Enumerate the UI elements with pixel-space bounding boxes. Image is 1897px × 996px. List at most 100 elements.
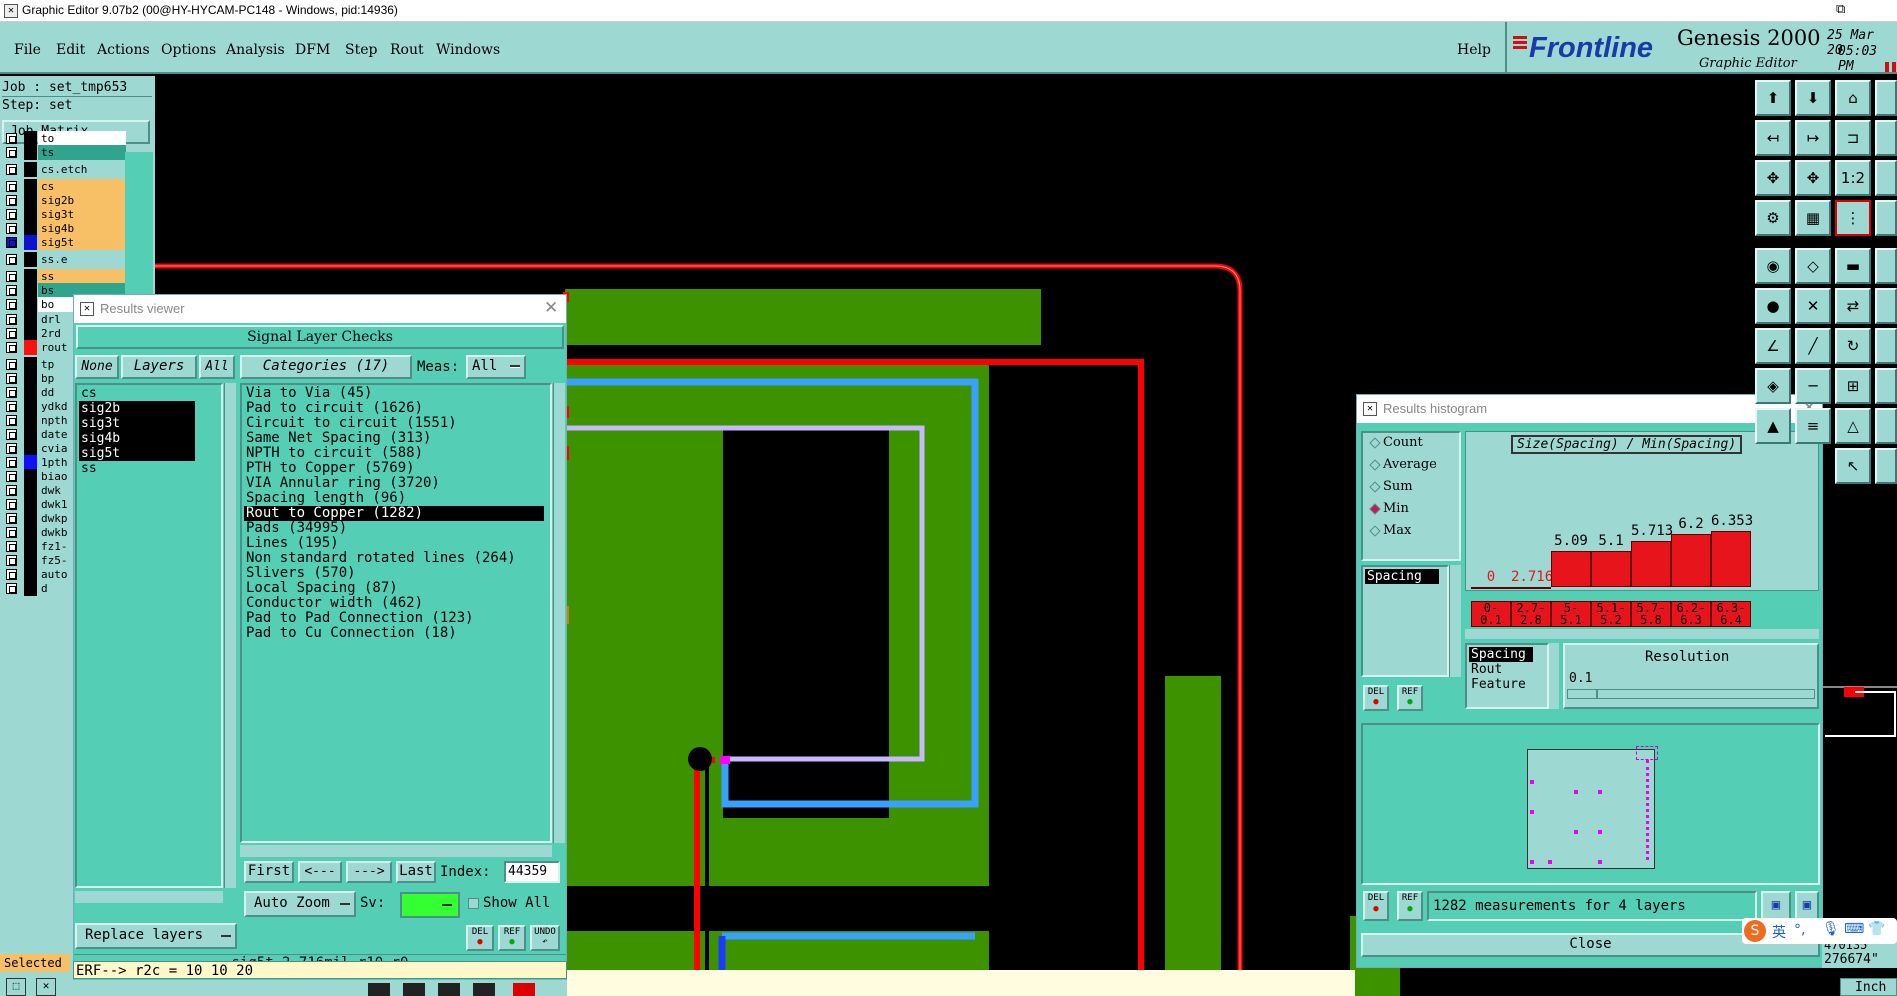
node-icon[interactable]: ● — [1755, 288, 1791, 324]
layer-checkbox[interactable] — [6, 147, 17, 158]
move-down-icon[interactable]: ⬇ — [1795, 80, 1831, 116]
mode-option[interactable]: Min — [1363, 499, 1459, 521]
restore-icon[interactable]: ⧉ — [1836, 2, 1845, 17]
edge-icon[interactable] — [1875, 328, 1897, 364]
tool-icon-2[interactable]: ✕ — [36, 978, 56, 996]
pad-icon[interactable]: ◉ — [1755, 248, 1791, 284]
category-item[interactable]: NPTH to circuit (588) — [244, 446, 548, 461]
edge-icon[interactable] — [1875, 408, 1897, 444]
layer-row[interactable]: ss — [6, 269, 126, 284]
measure-scrollbar[interactable] — [1449, 565, 1461, 677]
category-item[interactable]: Non standard rotated lines (264) — [244, 551, 548, 566]
auto-zoom-dropdown[interactable]: Auto Zoom — [244, 891, 356, 917]
units-button[interactable]: Inch — [1840, 978, 1897, 996]
layers-button[interactable]: Layers — [121, 355, 197, 379]
hist-ref-button[interactable]: REF ● — [1397, 685, 1423, 711]
show-all-checkbox[interactable] — [468, 898, 479, 909]
measure-icon[interactable]: △ — [1835, 408, 1871, 444]
replace-layers-dropdown[interactable]: Replace layers — [75, 923, 237, 949]
menu-file[interactable]: File — [14, 42, 41, 58]
all-button[interactable]: All — [199, 355, 235, 379]
layer-checkbox[interactable] — [6, 164, 17, 175]
meas-dropdown[interactable]: All — [466, 355, 526, 379]
menu-actions[interactable]: Actions — [97, 42, 150, 58]
shape-icon[interactable]: ◇ — [1795, 248, 1831, 284]
undo-button[interactable]: UNDO ↶ — [530, 925, 560, 951]
menu-step[interactable]: Step — [345, 42, 377, 58]
radio-icon[interactable] — [1369, 481, 1381, 493]
hist-del-button[interactable]: DEL ● — [1363, 685, 1389, 711]
layer-name[interactable]: ts — [38, 145, 126, 160]
layer-checkbox[interactable] — [6, 555, 17, 566]
layer-row[interactable]: cs.etch — [6, 162, 126, 177]
snap-icon[interactable]: ⋮ — [1835, 200, 1871, 236]
category-item[interactable]: Conductor width (462) — [244, 596, 548, 611]
layer-checkbox[interactable] — [6, 314, 17, 325]
bin-label[interactable]: 6.2- 6.3 — [1671, 601, 1711, 627]
last-button[interactable]: Last — [396, 861, 436, 883]
layer-name[interactable]: ss — [38, 269, 126, 284]
tray-icon-4[interactable] — [473, 983, 495, 996]
angle-icon[interactable]: ∠ — [1755, 328, 1791, 364]
category-item[interactable]: Lines (195) — [244, 536, 548, 551]
line-icon[interactable]: ▬ — [1835, 248, 1871, 284]
menu-analysis[interactable]: Analysis — [226, 42, 285, 58]
edge-icon[interactable] — [1875, 368, 1897, 404]
category-list-scrollbar[interactable] — [553, 383, 565, 843]
triangle-icon[interactable]: ▲ — [1755, 408, 1791, 444]
ime-logo-icon[interactable]: S — [1744, 920, 1766, 942]
measure-item[interactable]: Spacing — [1365, 569, 1439, 584]
category-item[interactable]: Pad to circuit (1626) — [244, 401, 548, 416]
bin-scrollbar[interactable] — [1465, 629, 1819, 639]
feature-item-spacing[interactable]: Spacing — [1469, 647, 1533, 662]
tool-icon-1[interactable]: ⬚ — [6, 978, 26, 996]
layer-row[interactable]: sig3t — [6, 207, 126, 222]
drill-icon[interactable]: ⚙ — [1755, 200, 1791, 236]
menu-windows[interactable]: Windows — [436, 42, 500, 58]
layer-checkbox[interactable] — [6, 583, 17, 594]
layer-name[interactable]: sig3t — [38, 207, 126, 222]
layer-checkbox[interactable] — [6, 181, 17, 192]
layer-list-item[interactable]: ss — [79, 461, 219, 476]
layer-checkbox[interactable] — [6, 401, 17, 412]
layer-checkbox[interactable] — [6, 285, 17, 296]
layer-list-item[interactable]: sig3t — [79, 416, 195, 431]
category-item[interactable]: Via to Via (45) — [244, 386, 548, 401]
edge-icon[interactable] — [1875, 120, 1897, 156]
zoom-icon[interactable]: ✥ — [1795, 160, 1831, 196]
del-button[interactable]: DEL ● — [466, 925, 494, 951]
layer-checkbox[interactable] — [6, 569, 17, 580]
category-item[interactable]: Pad to Pad Connection (123) — [244, 611, 548, 626]
layer-list-item[interactable]: cs — [79, 386, 219, 401]
layer-list-item[interactable]: sig4b — [79, 431, 195, 446]
layer-name[interactable]: sig2b — [38, 193, 126, 208]
microphone-icon[interactable]: 🎙 — [1822, 921, 1840, 937]
menu-help[interactable]: Help — [1457, 42, 1491, 58]
layer-checkbox[interactable] — [6, 429, 17, 440]
scale-icon[interactable]: 1:2 — [1835, 160, 1871, 196]
layer-checkbox[interactable] — [6, 299, 17, 310]
bin-label[interactable]: 5- 5.1 — [1551, 601, 1591, 627]
layer-checkbox[interactable] — [6, 271, 17, 282]
feature-list[interactable]: Spacing Rout Feature — [1465, 643, 1549, 709]
edge-icon[interactable] — [1875, 160, 1897, 196]
none-button[interactable]: None — [75, 355, 119, 379]
bin-label[interactable]: 2.7- 2.8 — [1511, 601, 1551, 627]
layer-checkbox[interactable] — [6, 254, 17, 265]
category-item[interactable]: Spacing length (96) — [244, 491, 548, 506]
layer-name[interactable]: to — [38, 131, 126, 146]
layer-checkbox[interactable] — [6, 443, 17, 454]
select-box-icon[interactable]: ⊞ — [1835, 368, 1871, 404]
layer-list-item[interactable]: sig2b — [79, 401, 195, 416]
bin-label[interactable]: 6.3- 6.4 — [1711, 601, 1751, 627]
layer-checkbox[interactable] — [6, 373, 17, 384]
layer-row[interactable]: sig2b — [6, 193, 126, 208]
command-line[interactable]: ERF--> r2c = 10 10 20 — [73, 961, 567, 979]
ref-button[interactable]: REF ● — [498, 925, 526, 951]
layer-name[interactable]: sig4b — [38, 221, 126, 236]
skin-icon[interactable]: 👕 — [1868, 921, 1885, 937]
next-button[interactable]: ---> — [346, 861, 392, 883]
layer-name[interactable]: cs — [38, 179, 126, 194]
edge-icon[interactable] — [1875, 80, 1897, 116]
histogram-bar[interactable] — [1711, 531, 1751, 587]
